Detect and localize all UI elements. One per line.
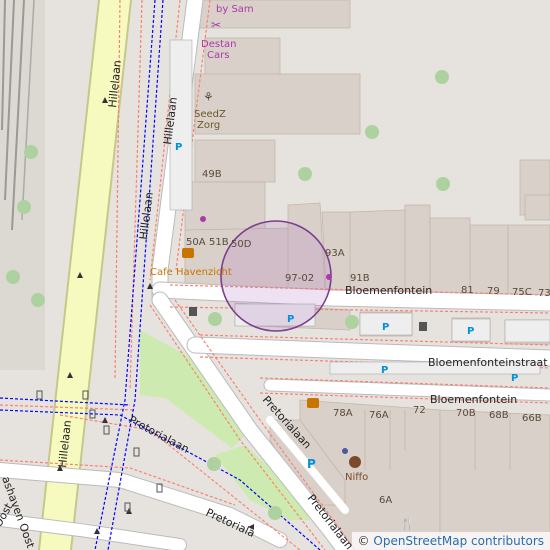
house-number: 75C	[512, 287, 532, 298]
car-shop-icon: ✂	[211, 18, 221, 32]
tree-icon	[24, 145, 38, 159]
poi-label-niffo: Niffo	[345, 472, 368, 483]
house-number: 51B	[209, 237, 229, 248]
parking-icon: P	[287, 314, 294, 325]
house-number: 49B	[202, 169, 222, 180]
copyright-symbol: ©	[357, 534, 374, 548]
house-number: 81	[461, 285, 474, 296]
house-number: 6A	[379, 495, 392, 506]
map-view[interactable]: ✂ ⚘ P 🍴 P P P P P P Hillelaan Hillelaan …	[0, 0, 550, 550]
tree-icon	[207, 457, 221, 471]
restaurant-icon: 🍴	[400, 517, 415, 531]
house-number: 68B	[489, 410, 509, 421]
poi-dot	[200, 216, 206, 222]
tree-icon	[6, 270, 20, 284]
svg-text:⚘: ⚘	[203, 90, 214, 104]
house-number: 66B	[522, 413, 542, 424]
svg-text:P: P	[307, 457, 316, 471]
location-radius-circle	[220, 220, 332, 332]
svg-text:🍴: 🍴	[400, 517, 415, 531]
craft-shop-icon	[349, 456, 361, 468]
house-number: 70B	[456, 408, 476, 419]
house-number: 73	[538, 288, 550, 299]
house-number: 76A	[369, 410, 389, 421]
street-label-bloemenfontein: Bloemenfontein	[430, 393, 517, 406]
railway-area	[0, 0, 45, 370]
poi-label-cafe: Cafe Havenzicht	[150, 267, 232, 278]
house-number: 72	[413, 405, 426, 416]
tree-icon	[268, 506, 282, 520]
osm-contributors-link[interactable]: OpenStreetMap contributors	[373, 534, 544, 548]
poi-label-sam: by Sam	[216, 4, 254, 15]
tree-icon	[345, 315, 359, 329]
pharmacy-icon: ⚘	[203, 90, 214, 104]
parking-icon: P	[382, 322, 389, 333]
poi-label-seedz: SeedZ	[194, 109, 226, 120]
house-number: 50A	[186, 237, 206, 248]
house-number: 78A	[333, 408, 353, 419]
house-number: 50D	[231, 239, 252, 250]
tree-icon	[298, 167, 312, 181]
poi-label-destan: Destan	[201, 39, 236, 50]
location-dot	[326, 274, 332, 280]
house-number: 93A	[325, 248, 345, 259]
house-number: 91B	[350, 273, 370, 284]
poi-dot	[342, 448, 348, 454]
street-label-bloemenfonteinstraat: Bloemenfonteinstraat	[428, 356, 548, 369]
house-number: 97-02	[285, 273, 314, 284]
parking-icon: P	[175, 142, 182, 153]
tree-icon	[436, 177, 450, 191]
map-attribution: © OpenStreetMap contributors	[351, 532, 550, 550]
poi-label-zorg: Zorg	[197, 120, 220, 131]
tree-icon	[17, 200, 31, 214]
street-label-bloemenfontein: Bloemenfontein	[345, 284, 432, 297]
bicycle-parking-icon: P	[307, 457, 316, 471]
poi-label-cars: Cars	[207, 50, 229, 61]
tree-icon	[435, 70, 449, 84]
tree-icon	[31, 293, 45, 307]
tree-icon	[365, 125, 379, 139]
house-number: 79	[487, 286, 500, 297]
parking-icon: P	[381, 365, 388, 376]
parking-icon: P	[511, 373, 518, 384]
map-canvas[interactable]: ✂ ⚘ P 🍴 P P P P P P Hillelaan Hillelaan …	[0, 0, 550, 550]
svg-text:✂: ✂	[211, 18, 221, 32]
tree-icon	[208, 312, 222, 326]
parking-icon: P	[467, 326, 474, 337]
